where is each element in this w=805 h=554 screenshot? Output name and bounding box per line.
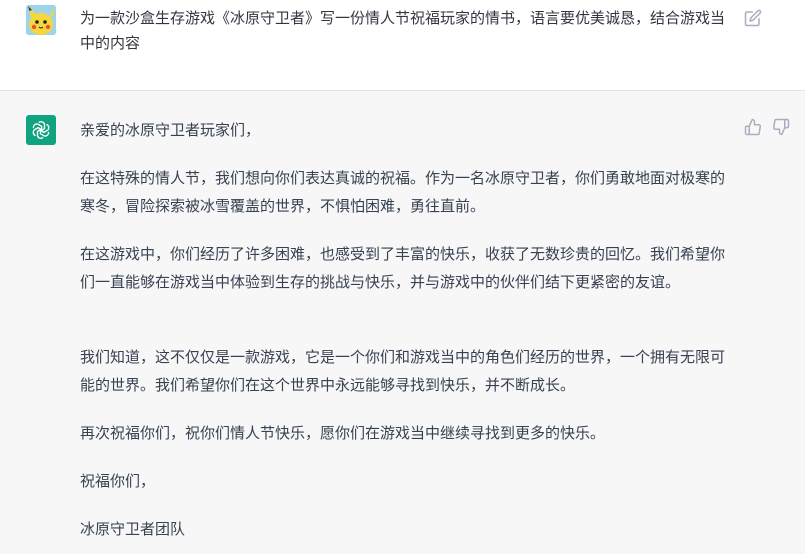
closing-paragraph: 祝福你们， [80, 472, 156, 490]
user-avatar [26, 5, 56, 35]
openai-logo-icon [32, 121, 50, 139]
thumbs-up-icon[interactable] [744, 118, 762, 136]
thumbs-down-icon[interactable] [772, 118, 790, 136]
user-message-row: 为一款沙盒生存游戏《冰原守卫者》写一份情人节祝福玩家的情书，语言要优美诚恳，结合… [0, 0, 805, 91]
body-paragraph-1: 在这特殊的情人节，我们想向你们表达真诚的祝福。作为一名冰原守卫者，你们勇敢地面对… [80, 169, 726, 215]
body-paragraph-4: 再次祝福你们，祝你们情人节快乐，愿你们在游戏当中继续寻找到更多的快乐。 [80, 424, 606, 442]
body-paragraph-3: 我们知道，这不仅仅是一款游戏，它是一个你们和游戏当中的角色们经历的世界，一个拥有… [80, 348, 726, 394]
edit-icon[interactable] [744, 9, 762, 27]
signature-paragraph: 冰原守卫者团队 [80, 520, 186, 538]
pikachu-avatar-icon [26, 5, 56, 35]
greeting-paragraph: 亲爱的冰原守卫者玩家们， [80, 121, 261, 139]
assistant-avatar [26, 115, 56, 145]
assistant-message-row: 亲爱的冰原守卫者玩家们， 在这特殊的情人节，我们想向你们表达真诚的祝福。作为一名… [0, 91, 805, 554]
user-message-text: 为一款沙盒生存游戏《冰原守卫者》写一份情人节祝福玩家的情书，语言要优美诚恳，结合… [80, 9, 726, 52]
body-paragraph-2: 在这游戏中，你们经历了许多困难，也感受到了丰富的快乐，收获了无数珍贵的回忆。我们… [80, 245, 726, 291]
